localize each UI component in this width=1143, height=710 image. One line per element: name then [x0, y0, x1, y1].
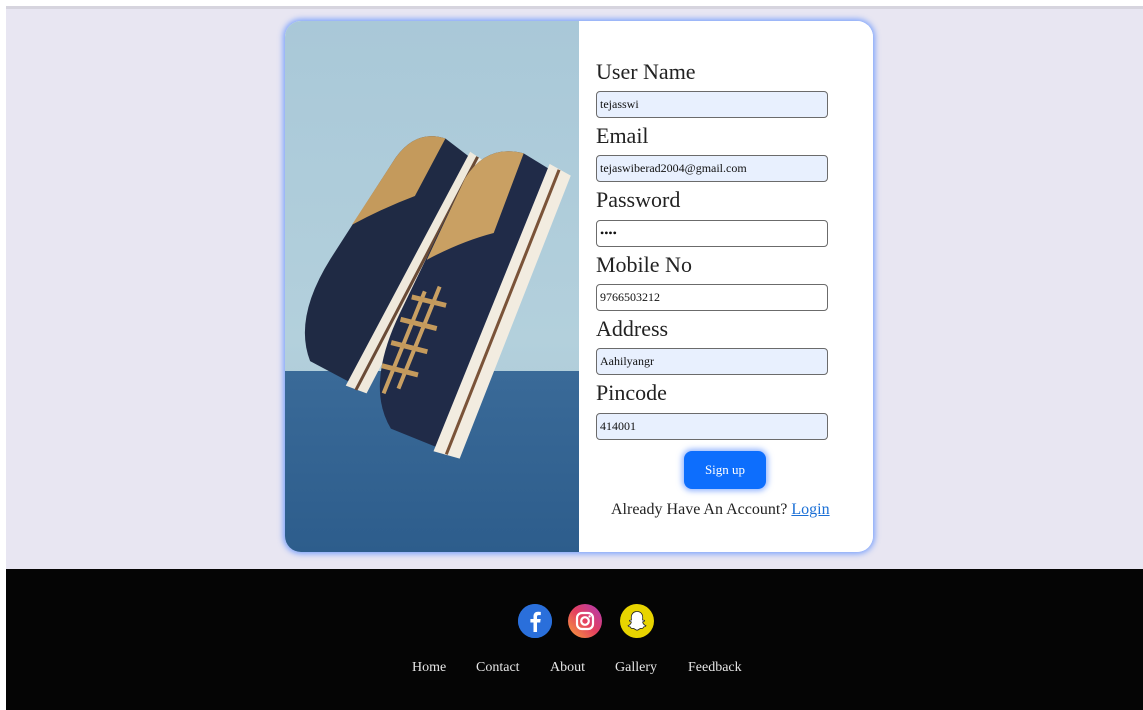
- login-prompt-text: Already Have An Account?: [611, 501, 788, 518]
- pincode-label: Pincode: [596, 380, 667, 405]
- signup-card: User Name tejasswi Email tejaswiberad200…: [285, 21, 873, 552]
- footer-link-feedback[interactable]: Feedback: [688, 660, 742, 676]
- pincode-input[interactable]: 414001: [596, 413, 828, 440]
- username-input[interactable]: tejasswi: [596, 91, 828, 118]
- footer-link-home[interactable]: Home: [412, 660, 446, 676]
- sneaker-illustration: [304, 136, 571, 459]
- instagram-icon[interactable]: [568, 604, 602, 638]
- address-input[interactable]: Aahilyangr: [596, 348, 828, 375]
- password-input[interactable]: ••••: [596, 220, 828, 247]
- signup-button[interactable]: Sign up: [684, 451, 766, 489]
- email-input[interactable]: tejaswiberad2004@gmail.com: [596, 155, 828, 182]
- facebook-icon[interactable]: [518, 604, 552, 638]
- snapchat-icon[interactable]: [620, 604, 654, 638]
- top-bar: [6, 6, 1143, 9]
- signup-form: User Name tejasswi Email tejaswiberad200…: [579, 21, 873, 552]
- login-prompt-line: Already Have An Account? Login: [611, 501, 830, 519]
- footer: Home Contact About Gallery Feedback: [6, 569, 1143, 710]
- username-label: User Name: [596, 59, 696, 84]
- footer-link-gallery[interactable]: Gallery: [615, 660, 657, 676]
- password-label: Password: [596, 187, 681, 212]
- login-link[interactable]: Login: [791, 501, 829, 518]
- shoe-image: [285, 21, 579, 552]
- footer-link-about[interactable]: About: [550, 660, 585, 676]
- email-label: Email: [596, 123, 649, 148]
- address-label: Address: [596, 316, 669, 341]
- mobile-input[interactable]: 9766503212: [596, 284, 828, 311]
- mobile-label: Mobile No: [596, 252, 692, 277]
- footer-link-contact[interactable]: Contact: [476, 660, 520, 676]
